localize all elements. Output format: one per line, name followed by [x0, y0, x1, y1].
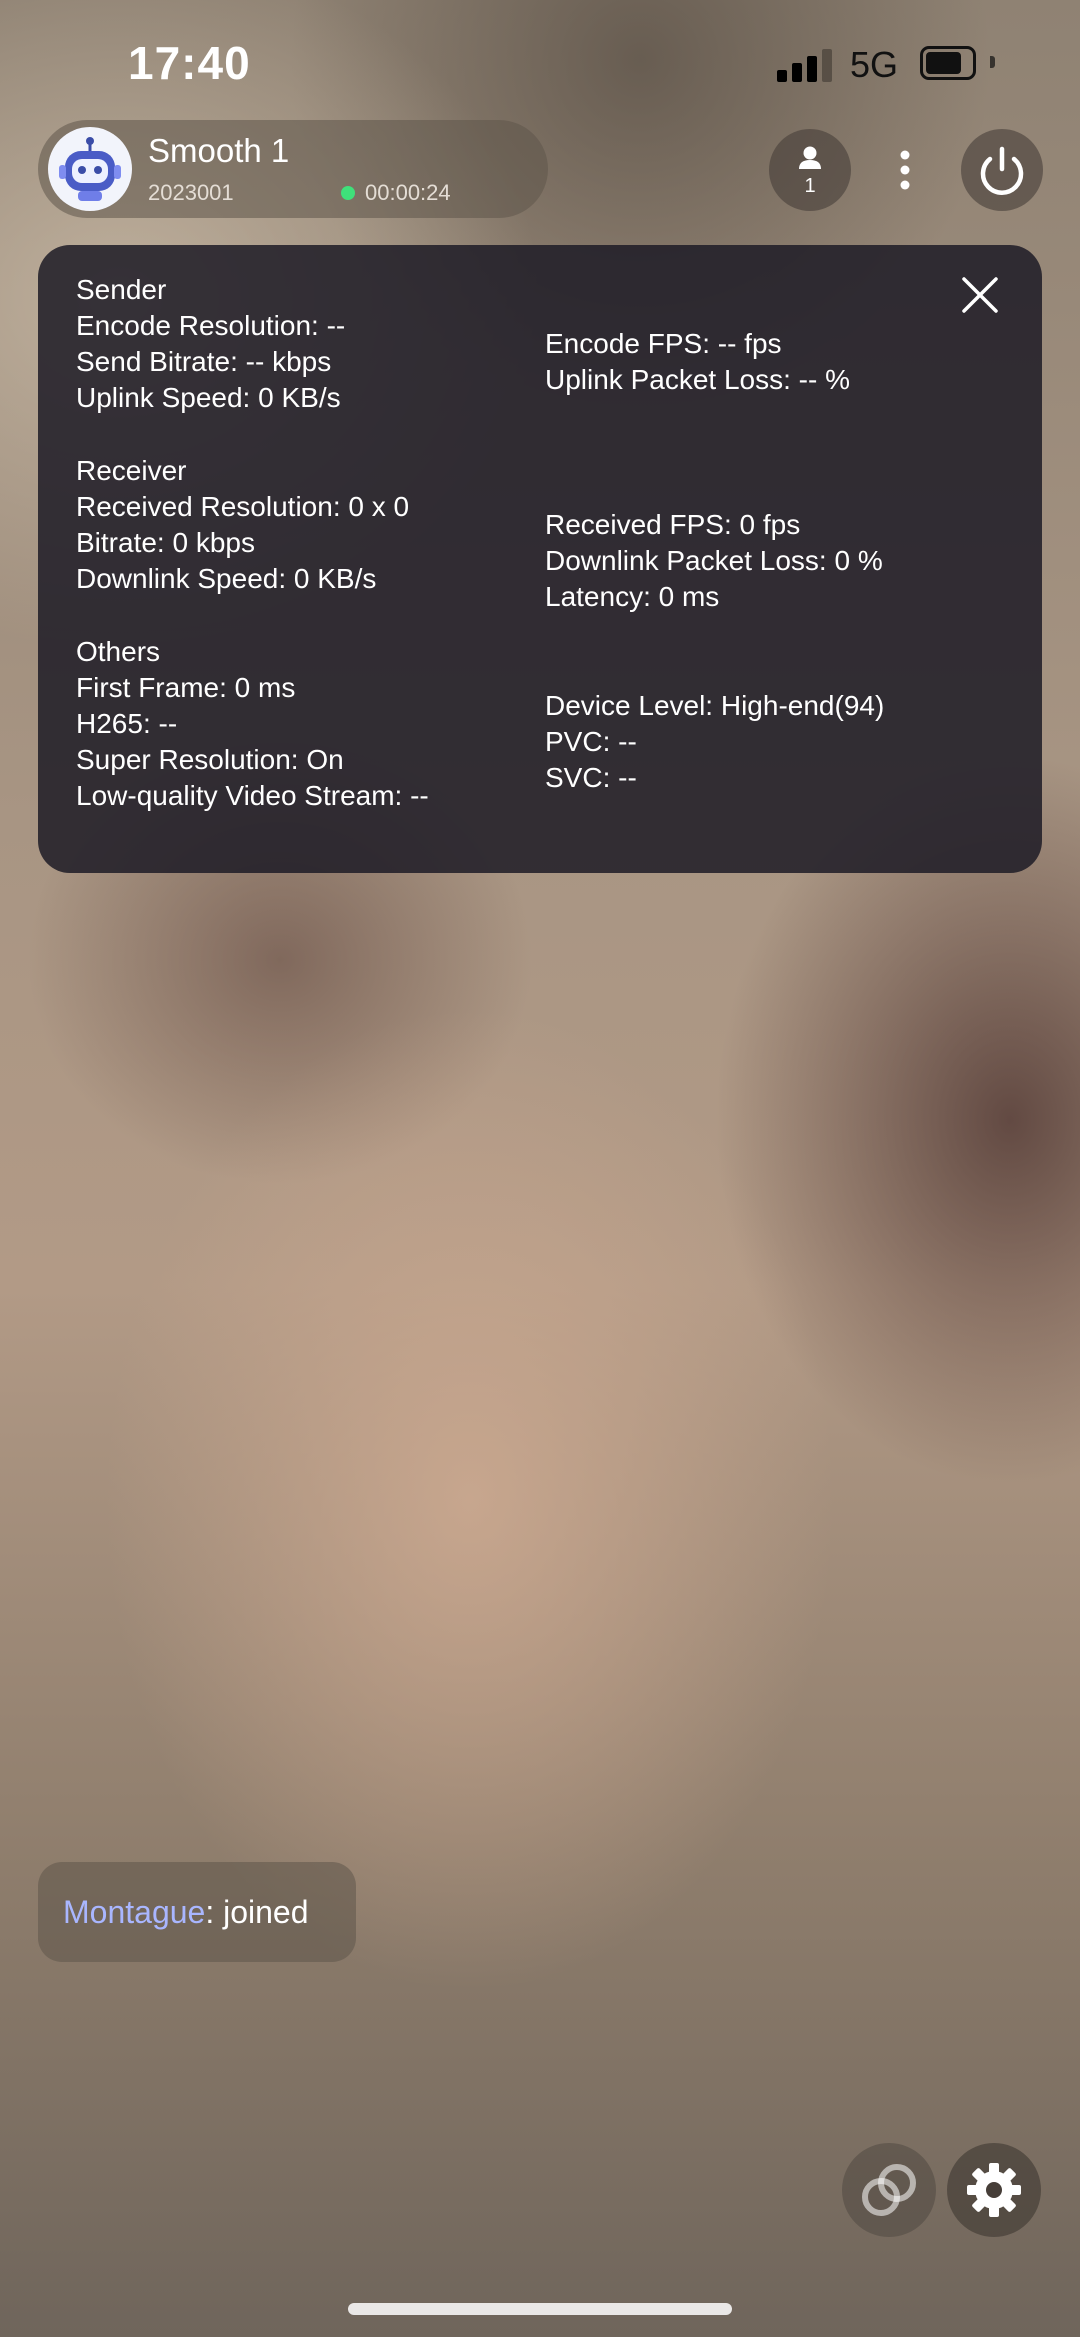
- participant-count: 1: [804, 175, 816, 197]
- receiver-heading: Receiver: [76, 455, 187, 486]
- first-frame: First Frame: 0 ms: [76, 672, 296, 703]
- svc-status: SVC: --: [545, 762, 637, 793]
- join-notification: Montague: joined: [38, 1862, 356, 1962]
- super-resolution: Super Resolution: On: [76, 744, 344, 775]
- participants-button[interactable]: 1: [769, 129, 851, 211]
- room-id: 2023001: [148, 180, 234, 205]
- power-icon: [980, 146, 1024, 195]
- device-level: Device Level: High-end(94): [545, 690, 885, 721]
- room-info[interactable]: Smooth 1 2023001 00:00:24: [38, 120, 548, 218]
- status-bar: 17:40 5G: [0, 0, 1080, 120]
- pvc-status: PVC: --: [545, 726, 637, 757]
- settings-button[interactable]: [947, 2143, 1041, 2237]
- others-heading: Others: [76, 636, 161, 667]
- link-button[interactable]: [842, 2143, 936, 2237]
- encode-fps: Encode FPS: -- fps: [545, 328, 782, 359]
- receive-bitrate: Bitrate: 0 kbps: [76, 527, 255, 558]
- h265-status: H265: --: [76, 708, 178, 739]
- robot-avatar-icon: [48, 127, 132, 211]
- sender-heading: Sender: [76, 274, 167, 305]
- downlink-packet-loss: Downlink Packet Loss: 0 %: [545, 545, 883, 576]
- more-vertical-icon: [900, 150, 910, 190]
- low-quality-stream: Low-quality Video Stream: --: [76, 780, 429, 811]
- stats-panel: Sender Encode Resolution: -- Send Bitrat…: [38, 245, 1042, 873]
- latency: Latency: 0 ms: [545, 581, 720, 612]
- status-time: 17:40: [128, 37, 251, 89]
- downlink-speed: Downlink Speed: 0 KB/s: [76, 563, 377, 594]
- signal-strength-icon: [777, 48, 833, 82]
- gear-icon: [967, 2163, 1021, 2217]
- live-status-dot: [341, 186, 355, 200]
- joined-user-name: Montague: [63, 1894, 206, 1930]
- battery-icon: [920, 46, 976, 80]
- more-options-button[interactable]: [880, 130, 930, 210]
- link-icon: [862, 2164, 916, 2216]
- home-indicator[interactable]: [348, 2303, 732, 2315]
- battery-tip: [990, 56, 995, 68]
- battery-level: [926, 52, 961, 74]
- room-title: Smooth 1: [148, 132, 290, 169]
- leave-room-button[interactable]: [961, 129, 1043, 211]
- close-stats-button[interactable]: [956, 271, 1004, 319]
- uplink-packet-loss: Uplink Packet Loss: -- %: [545, 364, 850, 395]
- person-icon: [799, 146, 821, 169]
- network-type: 5G: [850, 44, 899, 85]
- encode-resolution: Encode Resolution: --: [76, 310, 346, 341]
- close-icon: [962, 277, 998, 313]
- call-duration: 00:00:24: [365, 180, 451, 205]
- received-resolution: Received Resolution: 0 x 0: [76, 491, 410, 522]
- uplink-speed: Uplink Speed: 0 KB/s: [76, 382, 341, 413]
- join-message: : joined: [205, 1894, 309, 1930]
- received-fps: Received FPS: 0 fps: [545, 509, 801, 540]
- send-bitrate: Send Bitrate: -- kbps: [76, 346, 332, 377]
